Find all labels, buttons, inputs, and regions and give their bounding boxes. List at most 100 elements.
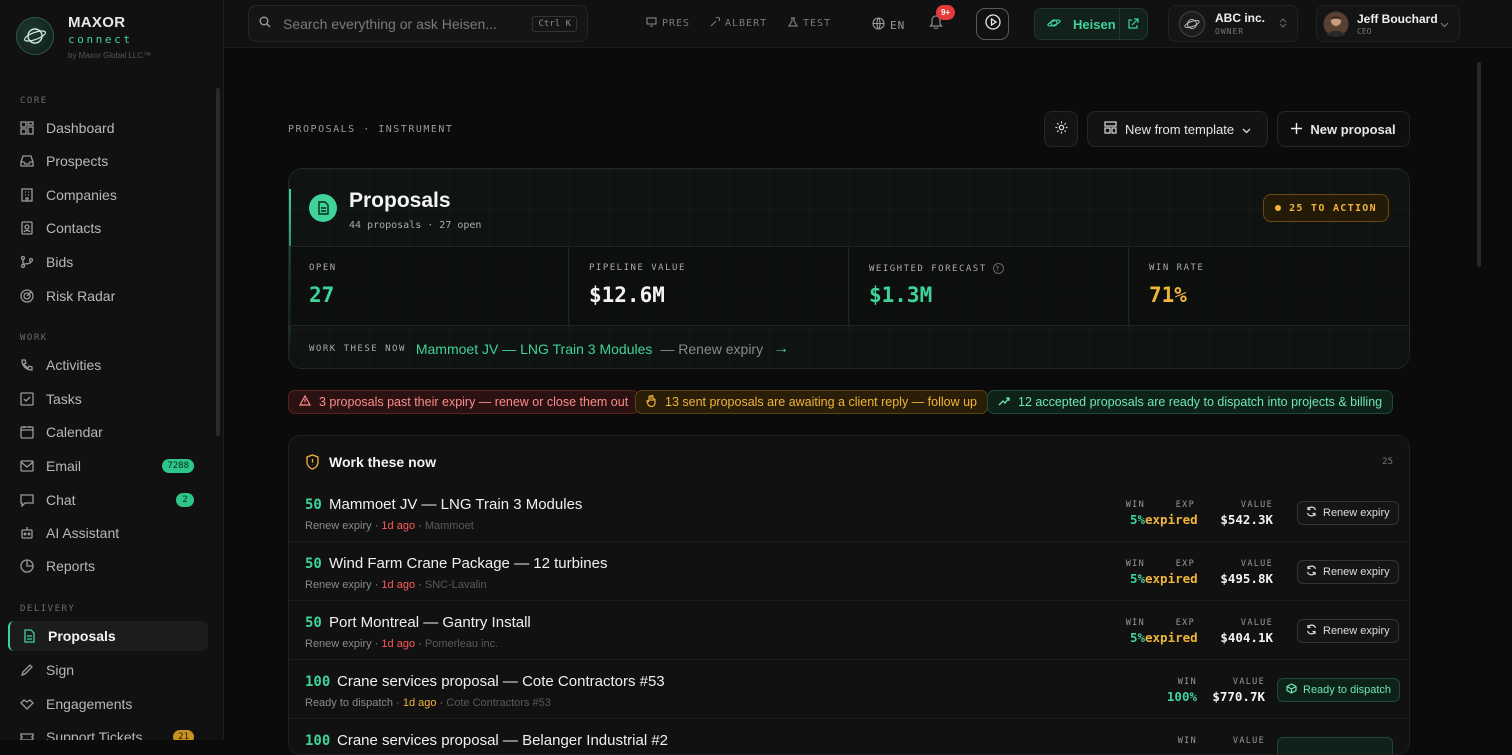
sidebar-item-calendar[interactable]: Calendar <box>8 417 208 447</box>
trend-up-icon <box>998 395 1010 409</box>
sidebar-item-companies[interactable]: Companies <box>8 180 208 210</box>
new-proposal-button[interactable]: New proposal <box>1277 111 1410 147</box>
hand-icon <box>646 394 657 410</box>
refresh-icon <box>1306 624 1317 638</box>
sidebar-scrollbar[interactable] <box>216 88 220 436</box>
main-scrollbar[interactable] <box>1477 62 1481 267</box>
sidebar-item-sign[interactable]: Sign <box>8 655 208 685</box>
global-search[interactable]: Ctrl K <box>248 5 588 42</box>
ticket-icon <box>20 730 34 740</box>
sidebar-item-tasks[interactable]: Tasks <box>8 384 208 414</box>
sidebar-item-label: Tasks <box>46 391 82 407</box>
new-from-template-button[interactable]: New from template <box>1087 111 1268 147</box>
search-shortcut: Ctrl K <box>532 15 577 32</box>
env-link-pres[interactable]: PRES <box>646 17 690 30</box>
row-title[interactable]: Mammoet JV — LNG Train 3 Modules <box>329 496 582 513</box>
to-action-badge[interactable]: 25 TO ACTION <box>1263 194 1389 222</box>
search-input[interactable] <box>283 15 513 32</box>
sidebar-item-engagements[interactable]: Engagements <box>8 689 208 719</box>
to-action-label: 25 TO ACTION <box>1289 202 1377 214</box>
phone-icon <box>20 358 34 372</box>
sidebar-item-risk-radar[interactable]: Risk Radar <box>8 281 208 311</box>
sidebar-item-support-tickets[interactable]: Support Tickets 21 <box>8 722 208 740</box>
ready-to-dispatch-button[interactable]: Ready to dispatch <box>1277 678 1401 702</box>
checkbox-icon <box>20 392 34 406</box>
stat-label: WIN RATE <box>1149 263 1205 273</box>
sidebar-item-bids[interactable]: Bids <box>8 247 208 277</box>
row-meta: Ready to dispatch · 1d ago · Cote Contra… <box>305 697 551 709</box>
sidebar-item-activities[interactable]: Activities <box>8 350 208 380</box>
sidebar-item-prospects[interactable]: Prospects <box>8 146 208 176</box>
row-title[interactable]: Wind Farm Crane Package — 12 turbines <box>329 555 607 572</box>
table-row[interactable]: 50 Wind Farm Crane Package — 12 turbines… <box>289 542 1409 601</box>
row-exp: expired <box>1145 512 1198 527</box>
renew-expiry-button[interactable]: Renew expiry <box>1297 501 1399 525</box>
row-score: 50 <box>305 556 322 572</box>
user-role: CEO <box>1357 26 1372 36</box>
renew-expiry-button[interactable]: Renew expiry <box>1297 619 1399 643</box>
table-row[interactable]: 100 Crane services proposal — Belanger I… <box>289 719 1409 754</box>
sidebar-item-label: Reports <box>46 558 96 574</box>
row-score: 50 <box>305 497 322 513</box>
help-icon[interactable]: ? <box>992 263 1004 274</box>
tickets-count-badge: 21 <box>173 730 194 740</box>
alert-awaiting-reply[interactable]: 13 sent proposals are awaiting a client … <box>635 390 988 414</box>
refresh-icon <box>1306 506 1317 520</box>
arrow-right-icon[interactable]: → <box>773 340 789 358</box>
stat-value: 71% <box>1149 283 1187 307</box>
table-row[interactable]: 100 Crane services proposal — Cote Contr… <box>289 660 1409 719</box>
external-link-icon[interactable] <box>1127 18 1139 33</box>
stat-value: $12.6M <box>589 283 665 307</box>
flask-icon <box>787 17 799 30</box>
org-switcher[interactable]: ABC inc. OWNER <box>1168 5 1298 42</box>
sidebar-item-dashboard[interactable]: Dashboard <box>8 113 208 143</box>
language-selector[interactable]: EN <box>872 17 905 33</box>
table-row[interactable]: 50 Mammoet JV — LNG Train 3 Modules Rene… <box>289 483 1409 542</box>
alert-ready-dispatch[interactable]: 12 accepted proposals are ready to dispa… <box>987 390 1394 414</box>
sidebar-item-ai-assistant[interactable]: AI Assistant <box>8 518 208 548</box>
sidebar-item-label: Bids <box>46 254 74 270</box>
sidebar-item-email[interactable]: Email 7288 <box>8 451 208 481</box>
row-title[interactable]: Port Montreal — Gantry Install <box>329 614 531 631</box>
env-link-test[interactable]: TEST <box>787 17 831 30</box>
col-value-label: VALUE <box>1240 618 1273 628</box>
play-button[interactable] <box>976 8 1009 40</box>
sidebar-item-proposals[interactable]: Proposals <box>8 621 208 651</box>
stat-label: WEIGHTED FORECAST ? <box>869 263 1004 274</box>
sidebar-item-reports[interactable]: Reports <box>8 551 208 581</box>
refresh-icon <box>1306 565 1317 579</box>
table-row[interactable]: 50 Port Montreal — Gantry Install Renew … <box>289 601 1409 660</box>
alert-expired[interactable]: 3 proposals past their expiry — renew or… <box>288 390 640 414</box>
renew-expiry-button[interactable]: Renew expiry <box>1297 560 1399 584</box>
radar-icon <box>20 289 34 303</box>
document-icon <box>22 629 36 643</box>
play-icon <box>984 13 1001 35</box>
sidebar-item-label: Risk Radar <box>46 288 116 304</box>
new-proposal-label: New proposal <box>1310 121 1396 137</box>
row-title[interactable]: Crane services proposal — Belanger Indus… <box>337 732 668 749</box>
email-count-badge: 7288 <box>162 459 194 473</box>
section-label-core: CORE <box>20 96 48 106</box>
user-menu[interactable]: Jeff Bouchard CEO <box>1316 5 1460 42</box>
section-label-work: WORK <box>20 333 48 343</box>
sidebar-item-label: Companies <box>46 187 117 203</box>
work-now-link[interactable]: Mammoet JV — LNG Train 3 Modules <box>416 341 653 357</box>
brand-name: MAXOR <box>68 14 126 31</box>
brand[interactable]: MAXOR connect by Maxor Global LLC™ <box>16 13 216 63</box>
sidebar-item-chat[interactable]: Chat 2 <box>8 485 208 515</box>
row-action: Renew expiry <box>305 579 372 591</box>
button-label: Renew expiry <box>1323 507 1390 519</box>
row-action: Renew expiry <box>305 638 372 650</box>
org-name: ABC inc. <box>1215 11 1266 25</box>
settings-button[interactable] <box>1044 111 1078 147</box>
branch-icon <box>20 255 34 269</box>
row-ago: 1d ago <box>381 638 416 650</box>
row-title[interactable]: Crane services proposal — Cote Contracto… <box>337 673 665 690</box>
monitor-icon <box>646 17 657 30</box>
calendar-icon <box>20 425 34 439</box>
env-link-albert[interactable]: ALBERT <box>710 16 767 30</box>
sidebar-item-contacts[interactable]: Contacts <box>8 213 208 243</box>
work-these-now-strip: WORK THESE NOW Mammoet JV — LNG Train 3 … <box>309 340 789 358</box>
gear-icon <box>1054 120 1069 138</box>
heisen-button[interactable]: Heisen <box>1034 8 1148 40</box>
